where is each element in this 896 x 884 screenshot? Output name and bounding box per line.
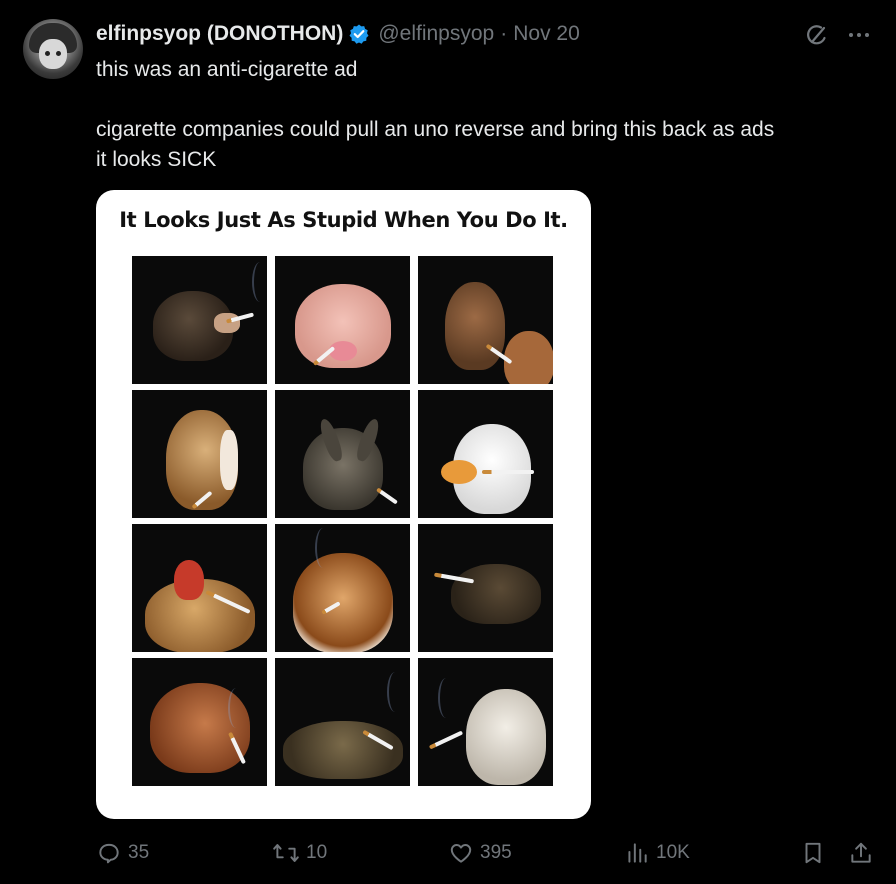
animal-photo-horse — [132, 390, 267, 518]
animal-photo-duck — [418, 390, 553, 518]
repost-icon — [272, 840, 300, 866]
like-count: 395 — [480, 842, 512, 863]
avatar[interactable] — [23, 19, 83, 79]
animal-photo-chimpanzee — [132, 256, 267, 384]
tweet-date[interactable]: Nov 20 — [513, 22, 580, 46]
animal-photo-grid — [132, 256, 554, 787]
animal-photo-rooster — [132, 524, 267, 652]
tweet-actions: 35 10 395 10K — [96, 838, 876, 868]
tweet: elfinpsyop (DONOTHON) @elfinpsyop · Nov … — [0, 0, 896, 884]
tweet-text-line: it looks SICK — [96, 148, 217, 171]
reply-button[interactable]: 35 — [96, 838, 149, 868]
tweet-text: this was an anti-cigarette ad cigarette … — [96, 55, 866, 175]
animal-photo-collie-dog — [275, 524, 410, 652]
author-display-name[interactable]: elfinpsyop (DONOTHON) — [96, 22, 343, 46]
bookmark-button[interactable] — [800, 838, 826, 868]
views-button[interactable]: 10K — [624, 838, 690, 868]
separator-dot: · — [500, 22, 508, 45]
repost-button[interactable]: 10 — [272, 838, 327, 868]
animal-photo-rabbit — [275, 390, 410, 518]
poster-title: It Looks Just As Stupid When You Do It. — [119, 208, 568, 232]
grok-icon[interactable] — [804, 22, 830, 48]
more-icon[interactable] — [846, 22, 872, 48]
animal-photo-goat — [418, 658, 553, 786]
tweet-text-line: cigarette companies could pull an uno re… — [96, 118, 775, 141]
tweet-top-icons — [804, 22, 872, 48]
like-icon — [448, 840, 474, 866]
reply-icon — [96, 840, 122, 866]
tweet-header: elfinpsyop (DONOTHON) @elfinpsyop · Nov … — [96, 21, 580, 47]
verified-badge-icon[interactable] — [348, 23, 370, 45]
animal-photo-toad — [275, 658, 410, 786]
animal-photo-pig — [275, 256, 410, 384]
views-icon — [624, 840, 650, 866]
author-handle[interactable]: @elfinpsyop — [378, 22, 494, 46]
like-button[interactable]: 395 — [448, 838, 512, 868]
tweet-image[interactable]: It Looks Just As Stupid When You Do It. — [96, 190, 591, 819]
animal-photo-deer — [418, 256, 553, 384]
bookmark-icon — [800, 840, 826, 866]
repost-count: 10 — [306, 842, 328, 863]
share-button[interactable] — [848, 838, 874, 868]
animal-photo-lizard — [418, 524, 553, 652]
views-count: 10K — [656, 842, 690, 863]
animal-photo-camel — [132, 658, 267, 786]
reply-count: 35 — [128, 842, 150, 863]
share-icon — [848, 840, 874, 866]
tweet-text-line: this was an anti-cigarette ad — [96, 58, 358, 81]
